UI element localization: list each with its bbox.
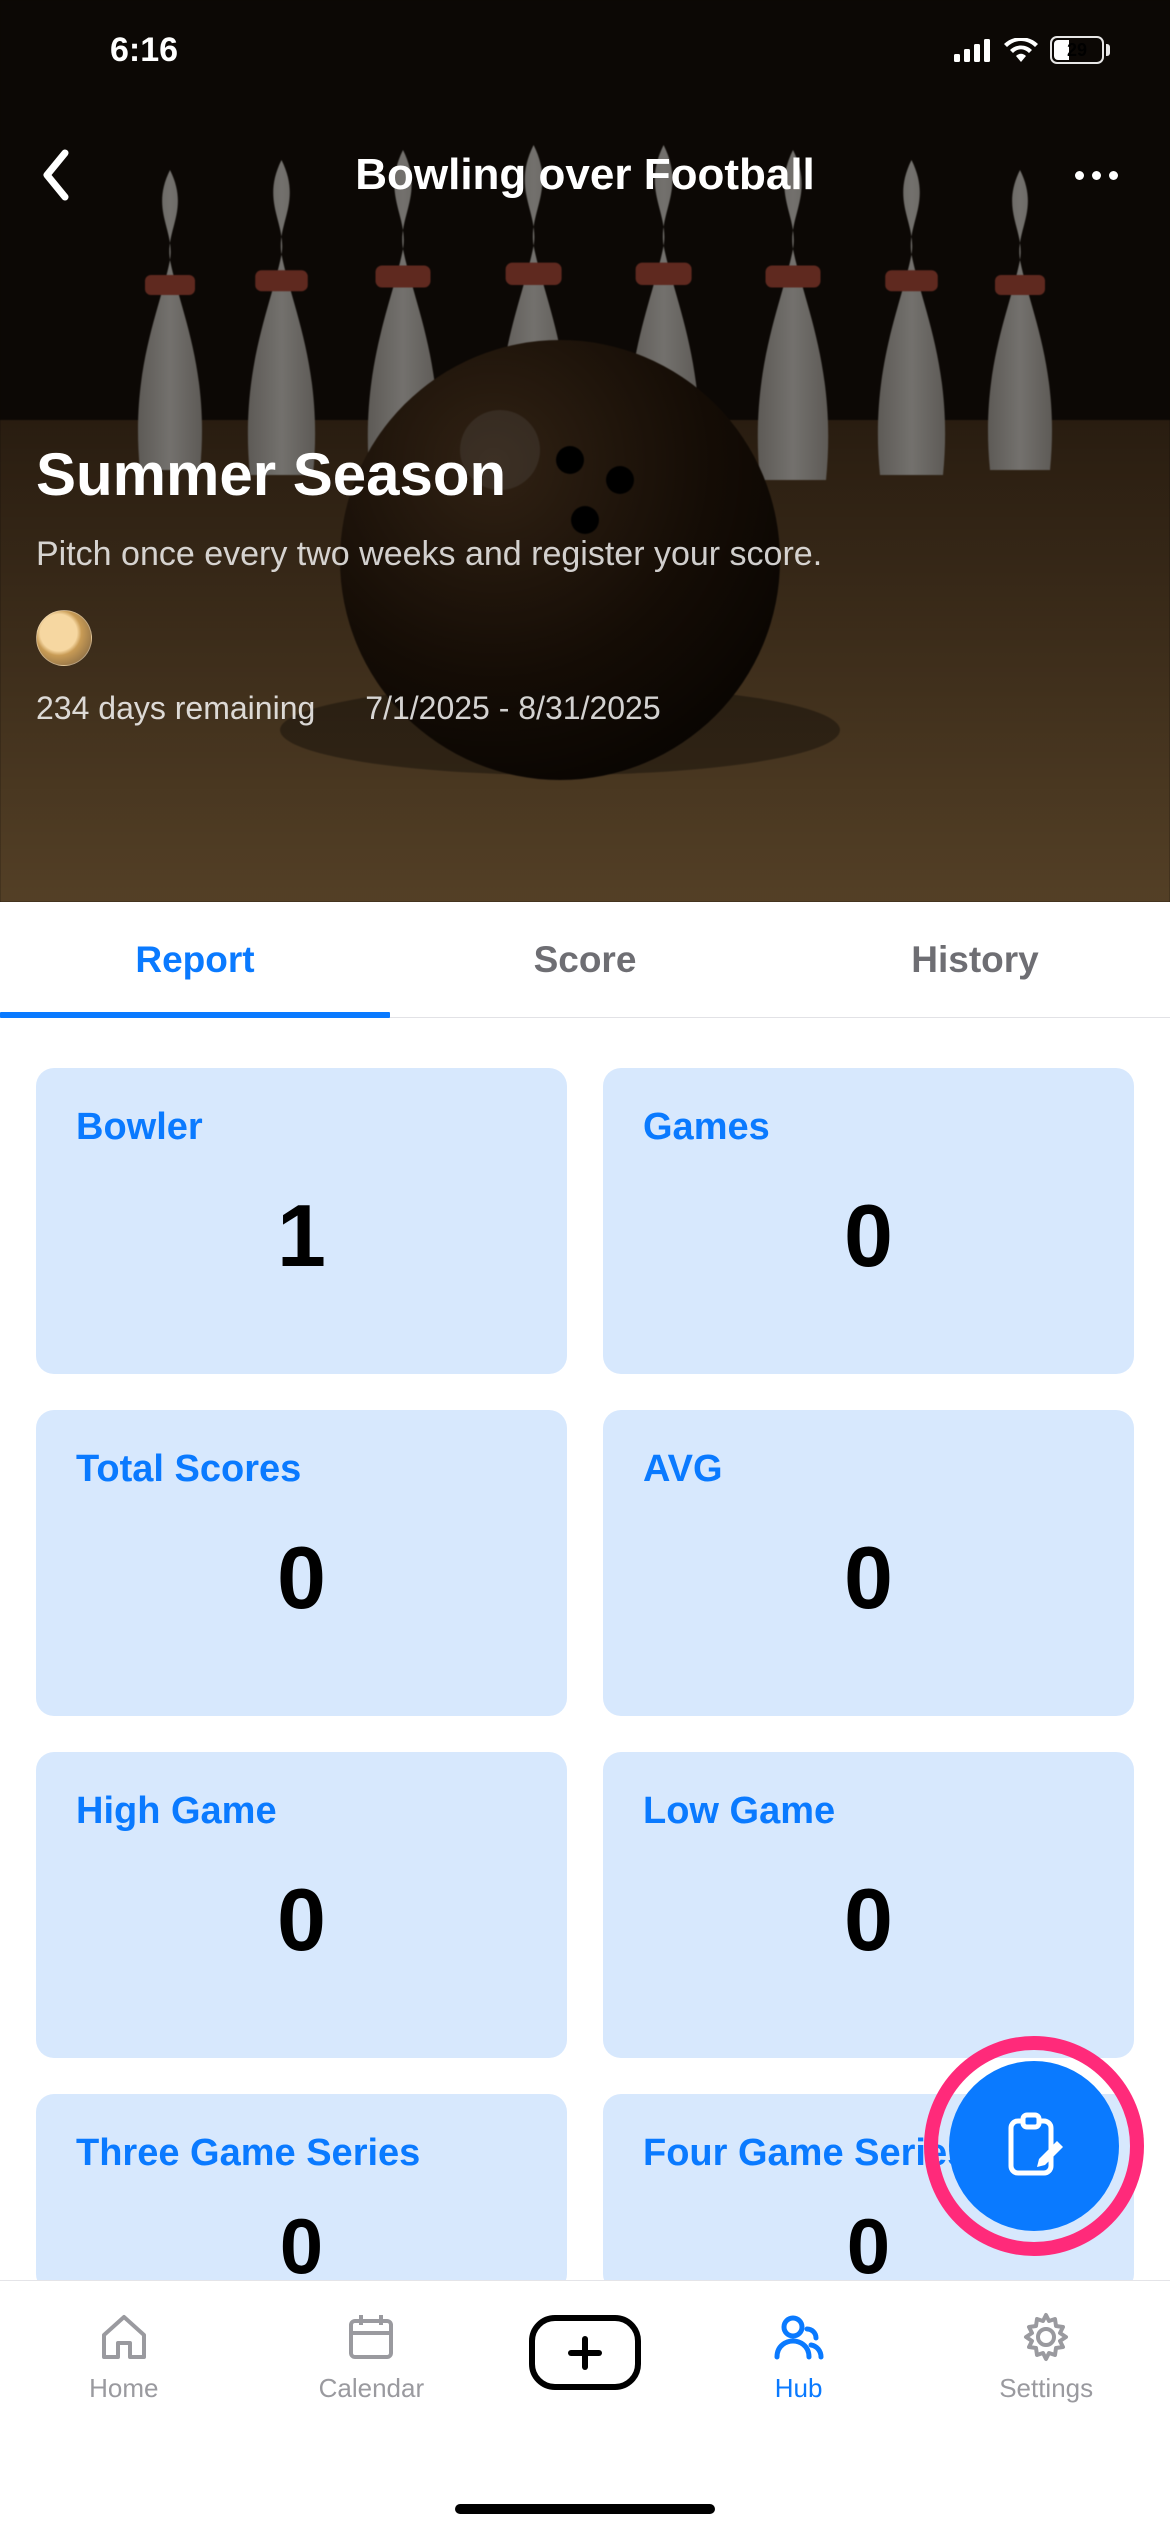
- stat-label: Low Game: [643, 1790, 1094, 1833]
- cellular-signal-icon: [954, 38, 992, 62]
- back-button[interactable]: [24, 140, 84, 210]
- status-bar: 6:16 29: [0, 0, 1170, 100]
- tab-history[interactable]: History: [780, 902, 1170, 1017]
- more-icon: [1075, 171, 1084, 180]
- status-time: 6:16: [110, 31, 178, 70]
- nav-bar: Bowling over Football: [0, 150, 1170, 200]
- tabbar-label: Settings: [999, 2373, 1093, 2404]
- days-remaining: 234 days remaining: [36, 690, 315, 727]
- gear-icon: [1018, 2309, 1074, 2365]
- people-icon: [771, 2309, 827, 2365]
- stat-value: 1: [76, 1185, 527, 1287]
- stat-label: AVG: [643, 1448, 1094, 1491]
- stat-label: Total Scores: [76, 1448, 527, 1491]
- stat-value: 0: [643, 1185, 1094, 1287]
- tabbar-item-home[interactable]: Home: [34, 2309, 214, 2404]
- tabbar-label: Home: [89, 2373, 158, 2404]
- stat-value: 0: [76, 1527, 527, 1629]
- season-description: Pitch once every two weeks and register …: [36, 529, 896, 580]
- stat-value: 0: [76, 2201, 527, 2282]
- tabbar-item-hub[interactable]: Hub: [709, 2309, 889, 2404]
- clipboard-edit-icon: [995, 2107, 1073, 2185]
- tabbar-item-settings[interactable]: Settings: [956, 2309, 1136, 2404]
- stat-card-low-game: Low Game 0: [603, 1752, 1134, 2058]
- fab-highlight-ring: [924, 2036, 1144, 2256]
- tab-label: Score: [534, 939, 637, 981]
- stat-label: Games: [643, 1106, 1094, 1149]
- tabbar-item-add[interactable]: [529, 2309, 641, 2390]
- tabbar-label: Calendar: [319, 2373, 425, 2404]
- tab-score[interactable]: Score: [390, 902, 780, 1017]
- stat-value: 0: [643, 1527, 1094, 1629]
- hero-banner: 6:16 29 Bowling over Football Summer Sea…: [0, 0, 1170, 902]
- stat-card-high-game: High Game 0: [36, 1752, 567, 2058]
- stat-value: 0: [643, 1869, 1094, 1971]
- stat-value: 0: [76, 1869, 527, 1971]
- plus-icon: [529, 2315, 641, 2390]
- stat-card-total-scores: Total Scores 0: [36, 1410, 567, 1716]
- stat-label: High Game: [76, 1790, 527, 1833]
- home-icon: [96, 2309, 152, 2365]
- home-indicator[interactable]: [455, 2504, 715, 2514]
- more-options-button[interactable]: [1066, 145, 1126, 205]
- stat-card-bowler: Bowler 1: [36, 1068, 567, 1374]
- wifi-icon: [1004, 38, 1038, 62]
- battery-indicator: 29: [1050, 36, 1110, 64]
- stat-label: Three Game Series: [76, 2132, 527, 2175]
- bottom-tab-bar: Home Calendar Hub Settings: [0, 2280, 1170, 2532]
- tab-report[interactable]: Report: [0, 902, 390, 1017]
- participant-avatar[interactable]: [36, 610, 92, 666]
- tab-label: History: [911, 939, 1038, 981]
- stat-label: Bowler: [76, 1106, 527, 1149]
- tabbar-label: Hub: [775, 2373, 823, 2404]
- calendar-icon: [343, 2309, 399, 2365]
- tabbar-item-calendar[interactable]: Calendar: [281, 2309, 461, 2404]
- stat-card-games: Games 0: [603, 1068, 1134, 1374]
- record-score-fab[interactable]: [949, 2061, 1119, 2231]
- date-range: 7/1/2025 - 8/31/2025: [365, 690, 660, 727]
- section-tabs: Report Score History: [0, 902, 1170, 1018]
- season-title: Summer Season: [36, 440, 1134, 509]
- stat-card-avg: AVG 0: [603, 1410, 1134, 1716]
- page-title: Bowling over Football: [355, 150, 815, 200]
- tab-label: Report: [135, 939, 254, 981]
- chevron-left-icon: [39, 149, 69, 201]
- stat-card-three-game-series: Three Game Series 0: [36, 2094, 567, 2282]
